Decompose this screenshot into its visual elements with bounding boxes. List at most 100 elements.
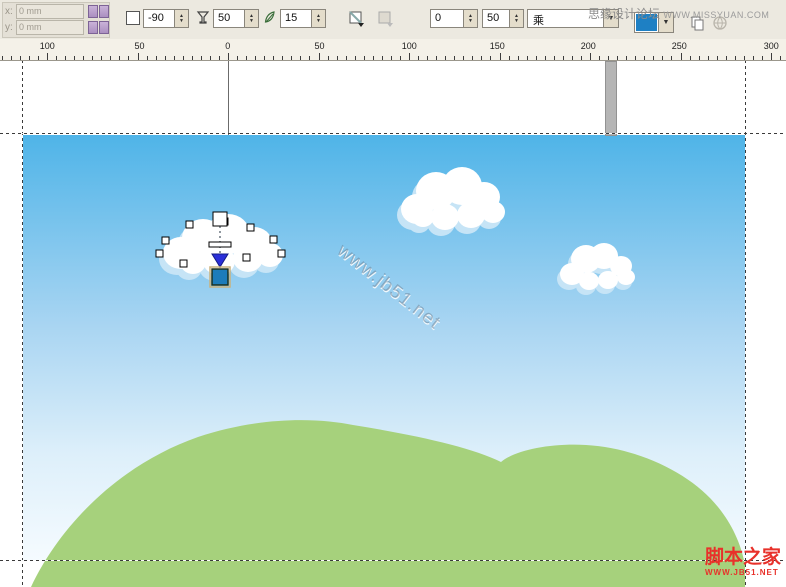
ruler-tick bbox=[780, 56, 781, 60]
y-label: y: bbox=[5, 22, 16, 33]
square-outline-icon bbox=[126, 11, 140, 25]
copy-fill-properties-icon[interactable] bbox=[345, 8, 367, 30]
ruler-tick bbox=[192, 56, 193, 60]
page-border-right[interactable] bbox=[745, 60, 746, 587]
fill-midpoint-slider[interactable] bbox=[209, 242, 231, 247]
page-border-bottom[interactable] bbox=[0, 560, 786, 561]
ruler-tick bbox=[228, 53, 229, 60]
ruler-tick bbox=[29, 56, 30, 60]
ruler-tick bbox=[662, 56, 663, 60]
ruler-tick bbox=[282, 56, 283, 60]
ruler-tick bbox=[174, 56, 175, 60]
ruler-tick bbox=[128, 56, 129, 60]
ruler-tick bbox=[563, 56, 564, 60]
opacity-spinner[interactable]: ▲▼ bbox=[509, 10, 523, 27]
ruler-tick bbox=[264, 56, 265, 60]
ruler-label: 300 bbox=[764, 41, 779, 51]
feather-field[interactable]: 15 ▲▼ bbox=[280, 9, 326, 28]
ruler-tick bbox=[2, 56, 3, 60]
ruler-tick bbox=[291, 56, 292, 60]
ruler-tick bbox=[156, 56, 157, 60]
ruler-tick bbox=[454, 56, 455, 60]
x-stepper-down[interactable] bbox=[99, 5, 109, 18]
ruler-tick bbox=[436, 56, 437, 60]
ruler-tick bbox=[653, 56, 654, 60]
x-stepper-up[interactable] bbox=[88, 5, 98, 18]
ruler-tick bbox=[590, 53, 591, 60]
feather-spinner[interactable]: ▲▼ bbox=[311, 10, 325, 27]
ruler-tick bbox=[65, 56, 66, 60]
ruler-tick bbox=[626, 56, 627, 60]
ruler-tick bbox=[355, 56, 356, 60]
ruler-label: 100 bbox=[402, 41, 417, 51]
x-position-field[interactable]: 0 mm bbox=[16, 4, 84, 19]
edge-pad-spinner[interactable]: ▲▼ bbox=[244, 10, 258, 27]
ruler-tick bbox=[147, 56, 148, 60]
ruler-tick bbox=[726, 56, 727, 60]
ruler-tick bbox=[255, 56, 256, 60]
ruler-tick bbox=[599, 56, 600, 60]
y-stepper-up[interactable] bbox=[88, 21, 98, 34]
paste-fill-properties-icon[interactable] bbox=[374, 8, 396, 30]
ruler-tick bbox=[427, 56, 428, 60]
ruler-tick bbox=[536, 56, 537, 60]
drawing-workspace[interactable]: www.jb51.net 脚本之家 WWW.JB51.NET bbox=[0, 60, 786, 587]
horizontal-ruler[interactable]: 10050050100150200250300 bbox=[0, 39, 786, 61]
ruler-tick bbox=[500, 53, 501, 60]
fill-start-handle[interactable] bbox=[213, 212, 227, 226]
y-stepper-down[interactable] bbox=[99, 21, 109, 34]
ruler-label: 0 bbox=[225, 41, 230, 51]
angle-field[interactable]: -90 ▲▼ bbox=[143, 9, 189, 28]
ruler-tick bbox=[545, 56, 546, 60]
ruler-tick bbox=[219, 56, 220, 60]
edge-pad-field[interactable]: 50 ▲▼ bbox=[213, 9, 259, 28]
page-canvas[interactable] bbox=[23, 135, 746, 587]
ruler-tick bbox=[237, 56, 238, 60]
ruler-tick bbox=[300, 56, 301, 60]
ruler-tick bbox=[699, 56, 700, 60]
ruler-tick bbox=[74, 56, 75, 60]
page-border-left[interactable] bbox=[22, 60, 23, 587]
ruler-label: 50 bbox=[314, 41, 324, 51]
ruler-tick bbox=[373, 56, 374, 60]
ruler-tick bbox=[717, 56, 718, 60]
angle-spinner[interactable]: ▲▼ bbox=[174, 10, 188, 27]
ruler-tick bbox=[165, 56, 166, 60]
ruler-tick bbox=[391, 56, 392, 60]
ruler-tick bbox=[20, 56, 21, 60]
ruler-label: 200 bbox=[581, 41, 596, 51]
ruler-tick bbox=[364, 56, 365, 60]
page-border-top[interactable] bbox=[0, 133, 786, 134]
guideline-zero[interactable] bbox=[228, 60, 229, 135]
ruler-tick bbox=[481, 56, 482, 60]
ruler-tick bbox=[400, 56, 401, 60]
ruler-tick bbox=[56, 56, 57, 60]
ruler-tick bbox=[319, 53, 320, 60]
goblet-icon bbox=[196, 10, 210, 30]
ruler-tick bbox=[608, 56, 609, 60]
ruler-label: 100 bbox=[40, 41, 55, 51]
opacity-field[interactable]: 50 ▲▼ bbox=[482, 9, 524, 28]
ruler-tick bbox=[617, 56, 618, 60]
ruler-tick bbox=[681, 53, 682, 60]
ruler-label: 50 bbox=[134, 41, 144, 51]
position-block: x: 0 mm y: 0 mm bbox=[2, 2, 110, 38]
midpoint-field[interactable]: 0 ▲▼ bbox=[430, 9, 478, 28]
ruler-tick bbox=[735, 56, 736, 60]
ruler-tick bbox=[753, 56, 754, 60]
ruler-label: 250 bbox=[672, 41, 687, 51]
forum-watermark: 思缘设计论坛 WWW.MISSYUAN.COM bbox=[588, 5, 769, 22]
drag-guideline-bar[interactable] bbox=[605, 61, 617, 136]
ruler-tick bbox=[337, 56, 338, 60]
ruler-tick bbox=[273, 56, 274, 60]
midpoint-spinner[interactable]: ▲▼ bbox=[463, 10, 477, 27]
ruler-tick bbox=[644, 56, 645, 60]
feather-icon bbox=[263, 10, 277, 30]
ruler-tick bbox=[38, 56, 39, 60]
ruler-tick bbox=[690, 56, 691, 60]
y-position-field[interactable]: 0 mm bbox=[16, 20, 84, 35]
ruler-tick bbox=[328, 56, 329, 60]
property-toolbar: x: 0 mm y: 0 mm -90 ▲▼ 50 bbox=[0, 0, 786, 40]
fill-end-handle[interactable] bbox=[212, 269, 228, 285]
ruler-tick bbox=[92, 56, 93, 60]
